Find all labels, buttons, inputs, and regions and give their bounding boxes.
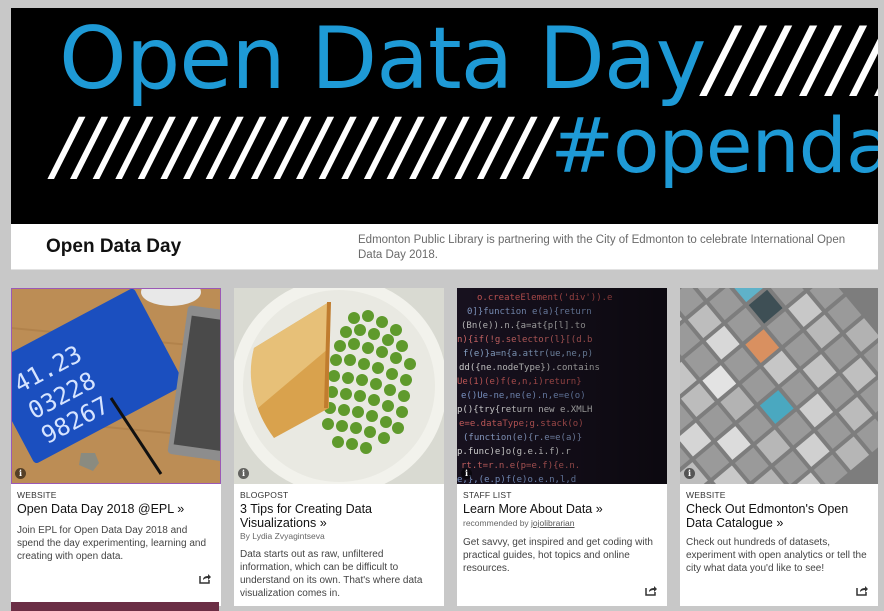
- card-type: BLOGPOST: [240, 490, 289, 500]
- card-title[interactable]: Open Data Day 2018 @EPL: [17, 502, 174, 516]
- card-image[interactable]: [680, 288, 878, 484]
- info-icon[interactable]: i: [238, 468, 249, 479]
- chevron-right-icon: »: [319, 516, 327, 530]
- card-open-data-catalogue[interactable]: i WEBSITE Check Out Edmonton's Open Data…: [680, 288, 878, 606]
- chevron-right-icon: »: [177, 502, 185, 516]
- page-description: Edmonton Public Library is partnering wi…: [358, 234, 846, 261]
- banner-line-2: //////////////////////#opendataday: [53, 108, 878, 184]
- card-type: STAFF LIST: [463, 490, 512, 500]
- card-title-link[interactable]: Open Data Day 2018 @EPL »: [17, 502, 217, 516]
- info-icon[interactable]: i: [15, 468, 26, 479]
- banner-line-1: Open Data Day////////: [59, 16, 878, 102]
- card-type: WEBSITE: [686, 490, 726, 500]
- hero-banner: Open Data Day//////// //////////////////…: [11, 8, 878, 224]
- byline-user-link[interactable]: jojolibrarian: [531, 518, 574, 528]
- card-byline: recommended by jojolibrarian: [463, 518, 575, 528]
- share-icon[interactable]: [199, 573, 211, 584]
- card-title-link[interactable]: 3 Tips for Creating Data Visualizations …: [240, 502, 440, 530]
- chevron-right-icon: »: [776, 516, 784, 530]
- card-title[interactable]: 3 Tips for Creating Data Visualizations: [240, 502, 372, 530]
- card-title[interactable]: Check Out Edmonton's Open Data Catalogue: [686, 502, 848, 530]
- card-description: Join EPL for Open Data Day 2018 and spen…: [17, 525, 207, 562]
- collection-header: Open Data Day Edmonton Public Library is…: [11, 224, 878, 270]
- byline-prefix: recommended by: [463, 518, 532, 528]
- card-title[interactable]: Learn More About Data: [463, 502, 592, 516]
- share-icon[interactable]: [856, 585, 868, 596]
- banner-title: Open Data Day: [59, 9, 707, 109]
- card-learn-more-data[interactable]: o.createElement('div')).e 0]}function e(…: [457, 288, 667, 606]
- card-title-link[interactable]: Learn More About Data »: [463, 502, 663, 516]
- card-type: WEBSITE: [17, 490, 57, 500]
- card-description: Data starts out as raw, unfiltered infor…: [240, 549, 423, 599]
- card-open-data-day[interactable]: 41.23 03228 98267 i WEBSITE Open Data Da…: [11, 288, 221, 606]
- banner-slashes-2: //////////////////////: [53, 101, 553, 190]
- card-image[interactable]: o.createElement('div')).e 0]}function e(…: [457, 288, 667, 484]
- page-title: Open Data Day: [46, 236, 182, 257]
- share-icon[interactable]: [645, 585, 657, 596]
- banner-hashtag: #opendataday: [550, 101, 878, 190]
- info-icon[interactable]: i: [461, 468, 472, 479]
- card-data-viz-tips[interactable]: i BLOGPOST 3 Tips for Creating Data Visu…: [234, 288, 444, 606]
- card-image[interactable]: 41.23 03228 98267: [11, 288, 221, 484]
- card-byline: By Lydia Zvyagintseva: [240, 531, 325, 541]
- next-card-image-edge: [11, 602, 219, 611]
- card-image[interactable]: [234, 288, 444, 484]
- card-title-link[interactable]: Check Out Edmonton's Open Data Catalogue…: [686, 502, 876, 530]
- card-description: Check out hundreds of datasets, experime…: [686, 537, 867, 574]
- card-description: Get savvy, get inspired and get coding w…: [463, 537, 653, 574]
- chevron-right-icon: »: [595, 502, 603, 516]
- banner-slashes-1: ////////: [705, 9, 878, 109]
- info-icon[interactable]: i: [684, 468, 695, 479]
